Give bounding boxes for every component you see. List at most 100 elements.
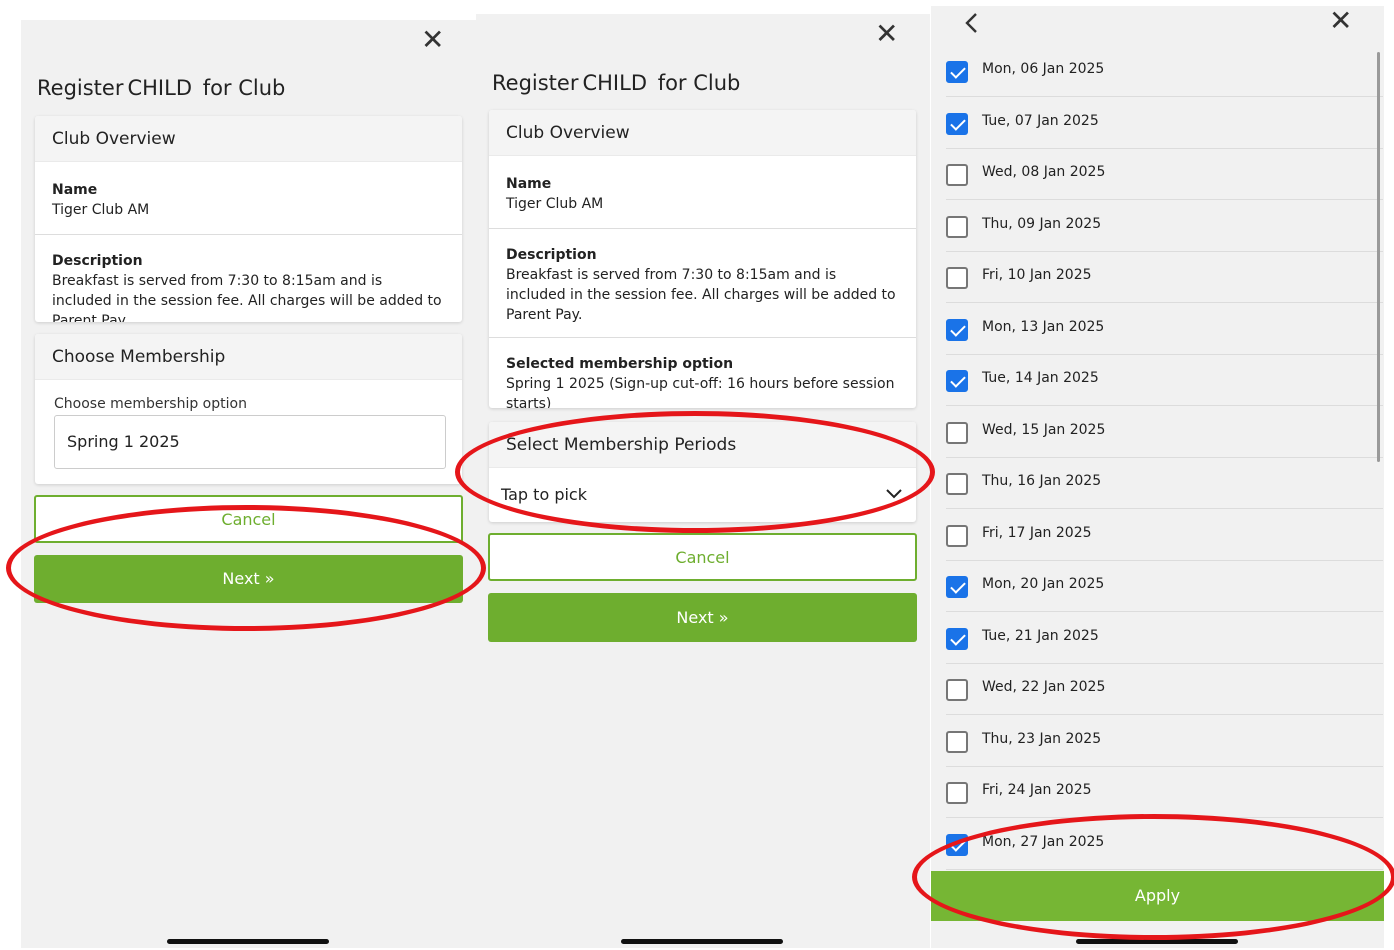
date-label: Thu, 09 Jan 2025 [982, 215, 1102, 232]
checkbox-unchecked[interactable] [946, 421, 968, 444]
date-item[interactable]: Tue, 07 Jan 2025 [946, 98, 1383, 149]
name-label: Name [506, 176, 552, 192]
selected-membership-value: Spring 1 2025 (Sign-up cut-off: 16 hours… [506, 376, 895, 408]
membership-periods-header: Select Membership Periods [489, 422, 916, 468]
date-label: Fri, 17 Jan 2025 [982, 524, 1092, 541]
selected-membership-row: Selected membership option Spring 1 2025… [489, 338, 916, 408]
date-item[interactable]: Thu, 09 Jan 2025 [946, 201, 1383, 252]
date-label: Tue, 07 Jan 2025 [982, 112, 1099, 129]
membership-field-label: Choose membership option [54, 396, 247, 412]
register-screen-choose-membership: ✕ Register CHILD for Club Club Overview N… [21, 20, 476, 948]
date-label: Wed, 22 Jan 2025 [982, 679, 1106, 695]
date-label: Wed, 15 Jan 2025 [982, 421, 1106, 438]
date-item[interactable]: Thu, 23 Jan 2025 [946, 716, 1383, 767]
scrollbar[interactable] [1377, 52, 1380, 462]
periods-placeholder: Tap to pick [501, 485, 587, 504]
date-item[interactable]: Wed, 22 Jan 2025 [946, 664, 1383, 715]
checkbox-unchecked[interactable] [946, 267, 968, 289]
date-item[interactable]: Mon, 20 Jan 2025 [946, 561, 1383, 612]
date-label: Mon, 06 Jan 2025 [982, 61, 1105, 77]
date-item[interactable]: Thu, 16 Jan 2025 [946, 458, 1383, 509]
date-item[interactable]: Wed, 15 Jan 2025 [946, 407, 1383, 458]
date-label: Tue, 14 Jan 2025 [982, 370, 1099, 386]
close-icon[interactable]: ✕ [875, 20, 898, 48]
choose-membership-header: Choose Membership [35, 334, 462, 380]
date-item[interactable]: Mon, 13 Jan 2025 [946, 304, 1383, 355]
checkbox-checked[interactable] [946, 318, 968, 341]
home-indicator [621, 939, 783, 944]
checkbox-checked[interactable] [946, 370, 968, 392]
date-label: Mon, 13 Jan 2025 [982, 318, 1105, 335]
membership-select[interactable]: Spring 1 2025 [54, 415, 446, 469]
title-prefix: Register [492, 71, 579, 95]
next-button[interactable]: Next » [34, 555, 463, 603]
chevron-left-icon[interactable] [964, 12, 978, 34]
child-name: CHILD [127, 76, 192, 100]
date-label: Mon, 27 Jan 2025 [982, 833, 1105, 850]
club-name-row: Name Tiger Club AM [35, 162, 462, 234]
date-item[interactable]: Fri, 17 Jan 2025 [946, 510, 1383, 561]
club-overview-header: Club Overview [35, 116, 462, 162]
title-suffix: for Club [202, 76, 286, 100]
cancel-button[interactable]: Cancel [488, 533, 917, 581]
home-indicator [1076, 939, 1238, 944]
screenshot-collage: ✕ Register CHILD for Club Club Overview N… [0, 0, 1394, 950]
date-label: Thu, 23 Jan 2025 [982, 730, 1102, 747]
date-item[interactable]: Tue, 21 Jan 2025 [946, 613, 1383, 664]
chevron-down-icon [886, 489, 902, 499]
date-item[interactable]: Tue, 14 Jan 2025 [946, 355, 1383, 406]
club-overview-card: Club Overview Name Tiger Club AM Descrip… [35, 116, 462, 322]
date-item[interactable]: Fri, 10 Jan 2025 [946, 252, 1383, 303]
selected-membership-label: Selected membership option [506, 356, 734, 372]
checkbox-unchecked[interactable] [946, 524, 968, 547]
name-value: Tiger Club AM [506, 196, 604, 212]
date-label: Fri, 24 Jan 2025 [982, 782, 1092, 798]
club-overview-card: Club Overview Name Tiger Club AM Descrip… [489, 110, 916, 408]
checkbox-checked[interactable] [946, 833, 968, 856]
date-item[interactable]: Mon, 06 Jan 2025 [946, 46, 1383, 97]
date-label: Wed, 08 Jan 2025 [982, 164, 1106, 180]
date-item[interactable]: Mon, 27 Jan 2025 [946, 819, 1383, 870]
description-row: Description Breakfast is served from 7:3… [489, 229, 916, 337]
close-icon[interactable]: ✕ [1329, 7, 1352, 35]
child-name: CHILD [582, 71, 647, 95]
date-label: Fri, 10 Jan 2025 [982, 267, 1092, 283]
apply-button[interactable]: Apply [931, 871, 1384, 921]
description-label: Description [52, 253, 143, 269]
name-label: Name [52, 182, 98, 198]
checkbox-unchecked[interactable] [946, 782, 968, 804]
date-item[interactable]: Fri, 24 Jan 2025 [946, 767, 1383, 818]
checkbox-unchecked[interactable] [946, 215, 968, 238]
date-label: Mon, 20 Jan 2025 [982, 576, 1105, 592]
name-value: Tiger Club AM [52, 202, 150, 218]
description-label: Description [506, 247, 597, 263]
date-item[interactable]: Wed, 08 Jan 2025 [946, 149, 1383, 200]
page-title: Register CHILD for Club [37, 76, 285, 100]
date-picker-screen: ✕ Mon, 06 Jan 2025 Tue, 07 Jan 2025 Wed, 0… [931, 6, 1384, 948]
club-name-row: Name Tiger Club AM [489, 156, 916, 228]
periods-picker[interactable]: Tap to pick [489, 468, 916, 522]
description-row: Description Breakfast is served from 7:3… [35, 235, 462, 322]
checkbox-checked[interactable] [946, 61, 968, 83]
membership-periods-card: Select Membership Periods Tap to pick [489, 422, 916, 522]
checkbox-checked[interactable] [946, 112, 968, 135]
date-label: Thu, 16 Jan 2025 [982, 473, 1102, 489]
home-indicator [167, 939, 329, 944]
checkbox-unchecked[interactable] [946, 164, 968, 186]
next-button[interactable]: Next » [488, 593, 917, 642]
checkbox-unchecked[interactable] [946, 473, 968, 495]
cancel-button[interactable]: Cancel [34, 495, 463, 543]
description-value: Breakfast is served from 7:30 to 8:15am … [506, 267, 896, 323]
title-suffix: for Club [657, 71, 741, 95]
title-prefix: Register [37, 76, 124, 100]
page-title: Register CHILD for Club [492, 71, 740, 95]
close-icon[interactable]: ✕ [421, 26, 444, 54]
checkbox-unchecked[interactable] [946, 679, 968, 701]
checkbox-checked[interactable] [946, 576, 968, 598]
choose-membership-card: Choose Membership Choose membership opti… [35, 334, 462, 484]
checkbox-checked[interactable] [946, 627, 968, 650]
club-overview-header: Club Overview [489, 110, 916, 156]
date-label: Tue, 21 Jan 2025 [982, 627, 1099, 644]
description-value: Breakfast is served from 7:30 to 8:15am … [52, 273, 442, 322]
checkbox-unchecked[interactable] [946, 730, 968, 753]
